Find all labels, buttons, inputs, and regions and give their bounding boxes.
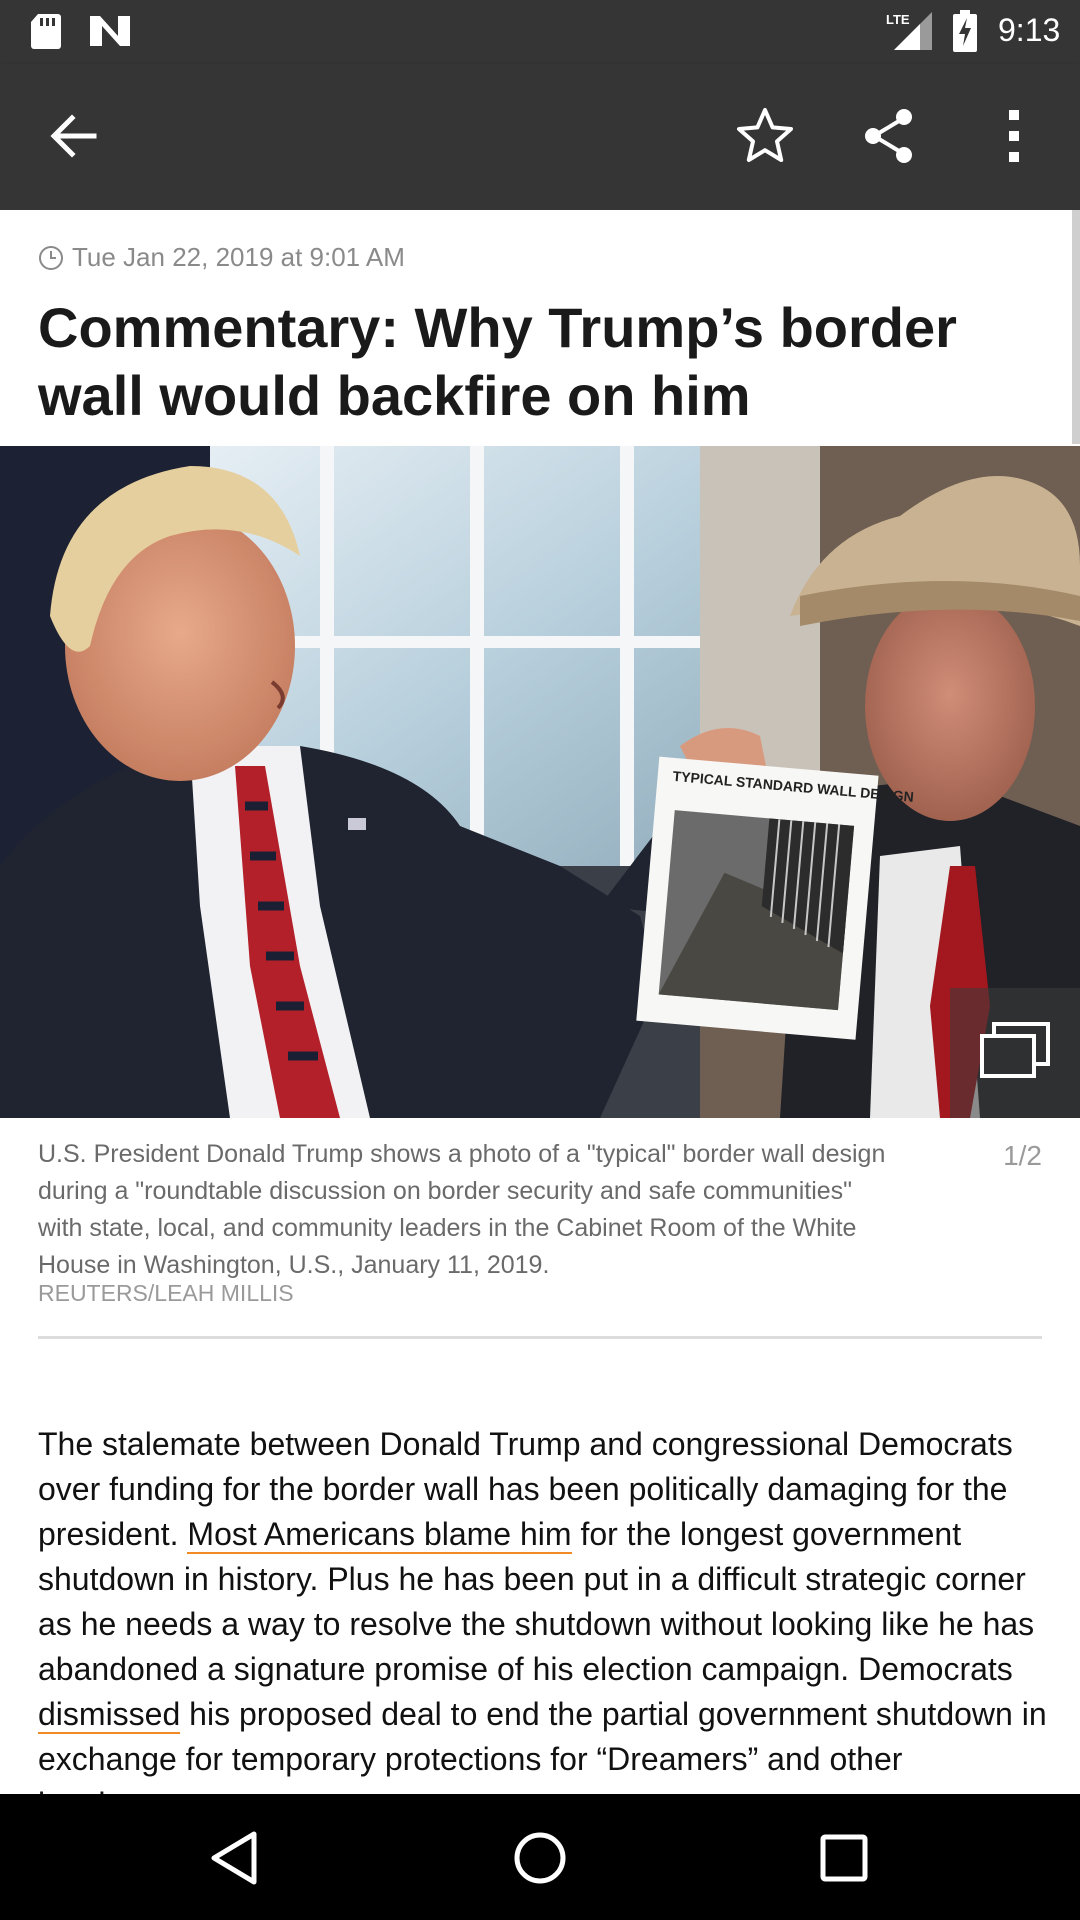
article-date: Tue Jan 22, 2019 at 9:01 AM xyxy=(38,242,405,273)
star-icon[interactable] xyxy=(733,104,797,168)
date-text: Tue Jan 22, 2019 at 9:01 AM xyxy=(72,242,405,272)
notification-n-icon xyxy=(90,16,130,46)
more-vert-icon[interactable] xyxy=(982,104,1046,168)
scrollbar-thumb[interactable] xyxy=(1072,210,1080,444)
gallery-icon xyxy=(980,1022,1050,1078)
article-body: The stalemate between Donald Trump and c… xyxy=(38,1422,1048,1794)
status-bar: LTE 9:13 xyxy=(0,0,1080,64)
clock: 9:13 xyxy=(998,12,1061,48)
nav-recents-icon[interactable] xyxy=(814,1828,874,1888)
photo-illustration: TYPICAL STANDARD WALL DESIGN xyxy=(0,446,1080,1118)
svg-text:LTE: LTE xyxy=(886,12,910,27)
sd-card-icon xyxy=(31,14,61,49)
app-toolbar xyxy=(0,64,1080,210)
back-arrow-icon[interactable] xyxy=(42,104,106,168)
photo-counter: 1/2 xyxy=(1003,1140,1042,1171)
article-headline: Commentary: Why Trump’s border wall woul… xyxy=(38,296,957,427)
link-dismissed[interactable]: dismissed xyxy=(38,1696,181,1734)
article-photo[interactable]: TYPICAL STANDARD WALL DESIGN xyxy=(0,446,1080,1118)
share-icon[interactable] xyxy=(858,104,922,168)
lte-signal-icon: LTE xyxy=(886,12,932,50)
gallery-button[interactable] xyxy=(950,988,1080,1118)
photo-credit: REUTERS/LEAH MILLIS xyxy=(38,1280,294,1306)
photo-caption: U.S. President Donald Trump shows a phot… xyxy=(38,1140,886,1279)
nav-back-icon[interactable] xyxy=(206,1828,266,1888)
nav-home-icon[interactable] xyxy=(510,1828,570,1888)
navigation-bar xyxy=(0,1794,1080,1920)
article-scroll-area[interactable]: Tue Jan 22, 2019 at 9:01 AM Commentary: … xyxy=(0,210,1080,1794)
body-text: his proposed deal to end the partial gov… xyxy=(38,1696,1047,1794)
battery-charging-icon xyxy=(953,10,977,52)
clock-icon xyxy=(39,245,63,270)
link-most-americans-blame-him[interactable]: Most Americans blame him xyxy=(187,1516,572,1554)
divider xyxy=(38,1336,1042,1339)
